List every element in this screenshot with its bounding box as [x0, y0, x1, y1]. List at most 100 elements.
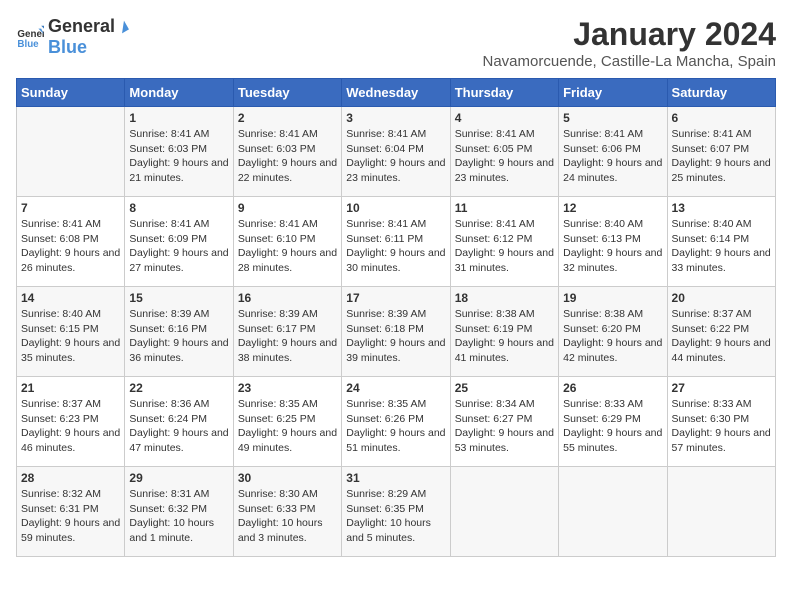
day-number: 10 — [346, 201, 445, 215]
day-detail: Sunrise: 8:38 AMSunset: 6:20 PMDaylight:… — [563, 307, 662, 366]
calendar-cell — [17, 107, 125, 197]
day-detail: Sunrise: 8:33 AMSunset: 6:30 PMDaylight:… — [672, 397, 771, 456]
day-number: 15 — [129, 291, 228, 305]
calendar-week-5: 28 Sunrise: 8:32 AMSunset: 6:31 PMDayligh… — [17, 467, 776, 557]
logo: General Blue General Blue — [16, 16, 127, 58]
calendar-cell: 9Sunrise: 8:41 AMSunset: 6:10 PMDaylight… — [233, 197, 341, 287]
calendar-cell: 14Sunrise: 8:40 AMSunset: 6:15 PMDayligh… — [17, 287, 125, 377]
header-day-friday: Friday — [559, 79, 667, 107]
day-detail: Sunrise: 8:39 AMSunset: 6:17 PMDaylight:… — [238, 307, 337, 366]
day-detail: Sunrise: 8:36 AMSunset: 6:24 PMDaylight:… — [129, 397, 228, 456]
day-number: 21 — [21, 381, 120, 395]
calendar-week-4: 21 Sunrise: 8:37 AMSunset: 6:23 PMDayligh… — [17, 377, 776, 467]
day-number: 8 — [129, 201, 228, 215]
day-detail: Sunrise: 8:34 AMSunset: 6:27 PMDaylight:… — [455, 397, 554, 456]
calendar-cell: 30 Sunrise: 8:30 AMSunset: 6:33 PMDayligh… — [233, 467, 341, 557]
calendar-cell: 3Sunrise: 8:41 AMSunset: 6:04 PMDaylight… — [342, 107, 450, 197]
header-day-wednesday: Wednesday — [342, 79, 450, 107]
day-number: 9 — [238, 201, 337, 215]
calendar-cell: 1Sunrise: 8:41 AMSunset: 6:03 PMDaylight… — [125, 107, 233, 197]
day-detail: Sunrise: 8:32 AMSunset: 6:31 PMDaylight:… — [21, 487, 120, 546]
day-number: 18 — [455, 291, 554, 305]
day-number: 23 — [238, 381, 337, 395]
subtitle: Navamorcuende, Castille-La Mancha, Spain — [483, 53, 777, 70]
day-number: 31 — [346, 471, 445, 485]
calendar-cell: 16 Sunrise: 8:39 AMSunset: 6:17 PMDayligh… — [233, 287, 341, 377]
day-detail: Sunrise: 8:39 AMSunset: 6:18 PMDaylight:… — [346, 307, 445, 366]
day-number: 30 — [238, 471, 337, 485]
day-detail: Sunrise: 8:37 AMSunset: 6:23 PMDaylight:… — [21, 397, 120, 456]
calendar-cell: 29Sunrise: 8:31 AMSunset: 6:32 PMDayligh… — [125, 467, 233, 557]
day-number: 7 — [21, 201, 120, 215]
day-number: 20 — [672, 291, 771, 305]
logo-icon: General Blue — [16, 23, 44, 51]
calendar-cell: 12Sunrise: 8:40 AMSunset: 6:13 PMDayligh… — [559, 197, 667, 287]
day-detail: Sunrise: 8:31 AMSunset: 6:32 PMDaylight:… — [129, 487, 228, 546]
calendar-cell: 5Sunrise: 8:41 AMSunset: 6:06 PMDaylight… — [559, 107, 667, 197]
logo-blue-text: Blue — [48, 37, 127, 58]
header-day-sunday: Sunday — [17, 79, 125, 107]
calendar-cell: 26Sunrise: 8:33 AMSunset: 6:29 PMDayligh… — [559, 377, 667, 467]
calendar-week-1: 1Sunrise: 8:41 AMSunset: 6:03 PMDaylight… — [17, 107, 776, 197]
calendar-table: SundayMondayTuesdayWednesdayThursdayFrid… — [16, 78, 776, 557]
calendar-cell: 11Sunrise: 8:41 AMSunset: 6:12 PMDayligh… — [450, 197, 558, 287]
day-number: 17 — [346, 291, 445, 305]
calendar-cell: 31Sunrise: 8:29 AMSunset: 6:35 PMDayligh… — [342, 467, 450, 557]
calendar-cell: 8 Sunrise: 8:41 AMSunset: 6:09 PMDaylight… — [125, 197, 233, 287]
day-number: 14 — [21, 291, 120, 305]
day-detail: Sunrise: 8:41 AMSunset: 6:11 PMDaylight:… — [346, 217, 445, 276]
calendar-cell: 15 Sunrise: 8:39 AMSunset: 6:16 PMDayligh… — [125, 287, 233, 377]
calendar-cell: 6 Sunrise: 8:41 AMSunset: 6:07 PMDaylight… — [667, 107, 775, 197]
day-number: 4 — [455, 111, 554, 125]
header-day-thursday: Thursday — [450, 79, 558, 107]
day-detail: Sunrise: 8:40 AMSunset: 6:14 PMDaylight:… — [672, 217, 771, 276]
day-number: 13 — [672, 201, 771, 215]
calendar-week-3: 14Sunrise: 8:40 AMSunset: 6:15 PMDayligh… — [17, 287, 776, 377]
day-detail: Sunrise: 8:41 AMSunset: 6:03 PMDaylight:… — [238, 127, 337, 186]
header-day-monday: Monday — [125, 79, 233, 107]
day-detail: Sunrise: 8:41 AMSunset: 6:03 PMDaylight:… — [129, 127, 228, 186]
calendar-cell: 13 Sunrise: 8:40 AMSunset: 6:14 PMDayligh… — [667, 197, 775, 287]
day-number: 6 — [672, 111, 771, 125]
day-number: 16 — [238, 291, 337, 305]
day-detail: Sunrise: 8:41 AMSunset: 6:09 PMDaylight:… — [129, 217, 228, 276]
calendar-cell — [667, 467, 775, 557]
day-detail: Sunrise: 8:41 AMSunset: 6:12 PMDaylight:… — [455, 217, 554, 276]
calendar-cell: 10 Sunrise: 8:41 AMSunset: 6:11 PMDayligh… — [342, 197, 450, 287]
day-number: 28 — [21, 471, 120, 485]
svg-text:Blue: Blue — [17, 39, 39, 50]
calendar-week-2: 7 Sunrise: 8:41 AMSunset: 6:08 PMDaylight… — [17, 197, 776, 287]
calendar-cell: 2Sunrise: 8:41 AMSunset: 6:03 PMDaylight… — [233, 107, 341, 197]
logo-general-text: General — [48, 16, 115, 37]
calendar-header-row: SundayMondayTuesdayWednesdayThursdayFrid… — [17, 79, 776, 107]
header-day-tuesday: Tuesday — [233, 79, 341, 107]
calendar-cell: 18 Sunrise: 8:38 AMSunset: 6:19 PMDayligh… — [450, 287, 558, 377]
day-number: 25 — [455, 381, 554, 395]
header-day-saturday: Saturday — [667, 79, 775, 107]
day-number: 5 — [563, 111, 662, 125]
day-detail: Sunrise: 8:41 AMSunset: 6:05 PMDaylight:… — [455, 127, 554, 186]
calendar-cell: 24 Sunrise: 8:35 AMSunset: 6:26 PMDayligh… — [342, 377, 450, 467]
calendar-cell: 4 Sunrise: 8:41 AMSunset: 6:05 PMDaylight… — [450, 107, 558, 197]
day-number: 22 — [129, 381, 228, 395]
day-detail: Sunrise: 8:38 AMSunset: 6:19 PMDaylight:… — [455, 307, 554, 366]
day-detail: Sunrise: 8:41 AMSunset: 6:08 PMDaylight:… — [21, 217, 120, 276]
day-detail: Sunrise: 8:35 AMSunset: 6:25 PMDaylight:… — [238, 397, 337, 456]
day-detail: Sunrise: 8:35 AMSunset: 6:26 PMDaylight:… — [346, 397, 445, 456]
calendar-cell: 20Sunrise: 8:37 AMSunset: 6:22 PMDayligh… — [667, 287, 775, 377]
day-number: 3 — [346, 111, 445, 125]
calendar-cell: 17 Sunrise: 8:39 AMSunset: 6:18 PMDayligh… — [342, 287, 450, 377]
day-number: 27 — [672, 381, 771, 395]
calendar-cell: 27 Sunrise: 8:33 AMSunset: 6:30 PMDayligh… — [667, 377, 775, 467]
day-detail: Sunrise: 8:41 AMSunset: 6:07 PMDaylight:… — [672, 127, 771, 186]
calendar-body: 1Sunrise: 8:41 AMSunset: 6:03 PMDaylight… — [17, 107, 776, 557]
day-number: 24 — [346, 381, 445, 395]
day-number: 19 — [563, 291, 662, 305]
day-detail: Sunrise: 8:30 AMSunset: 6:33 PMDaylight:… — [238, 487, 337, 546]
calendar-cell: 19 Sunrise: 8:38 AMSunset: 6:20 PMDayligh… — [559, 287, 667, 377]
day-detail: Sunrise: 8:39 AMSunset: 6:16 PMDaylight:… — [129, 307, 228, 366]
calendar-cell: 23 Sunrise: 8:35 AMSunset: 6:25 PMDayligh… — [233, 377, 341, 467]
calendar-cell: 22 Sunrise: 8:36 AMSunset: 6:24 PMDayligh… — [125, 377, 233, 467]
day-detail: Sunrise: 8:40 AMSunset: 6:13 PMDaylight:… — [563, 217, 662, 276]
header: General Blue General Blue January 2024 N… — [16, 16, 776, 70]
